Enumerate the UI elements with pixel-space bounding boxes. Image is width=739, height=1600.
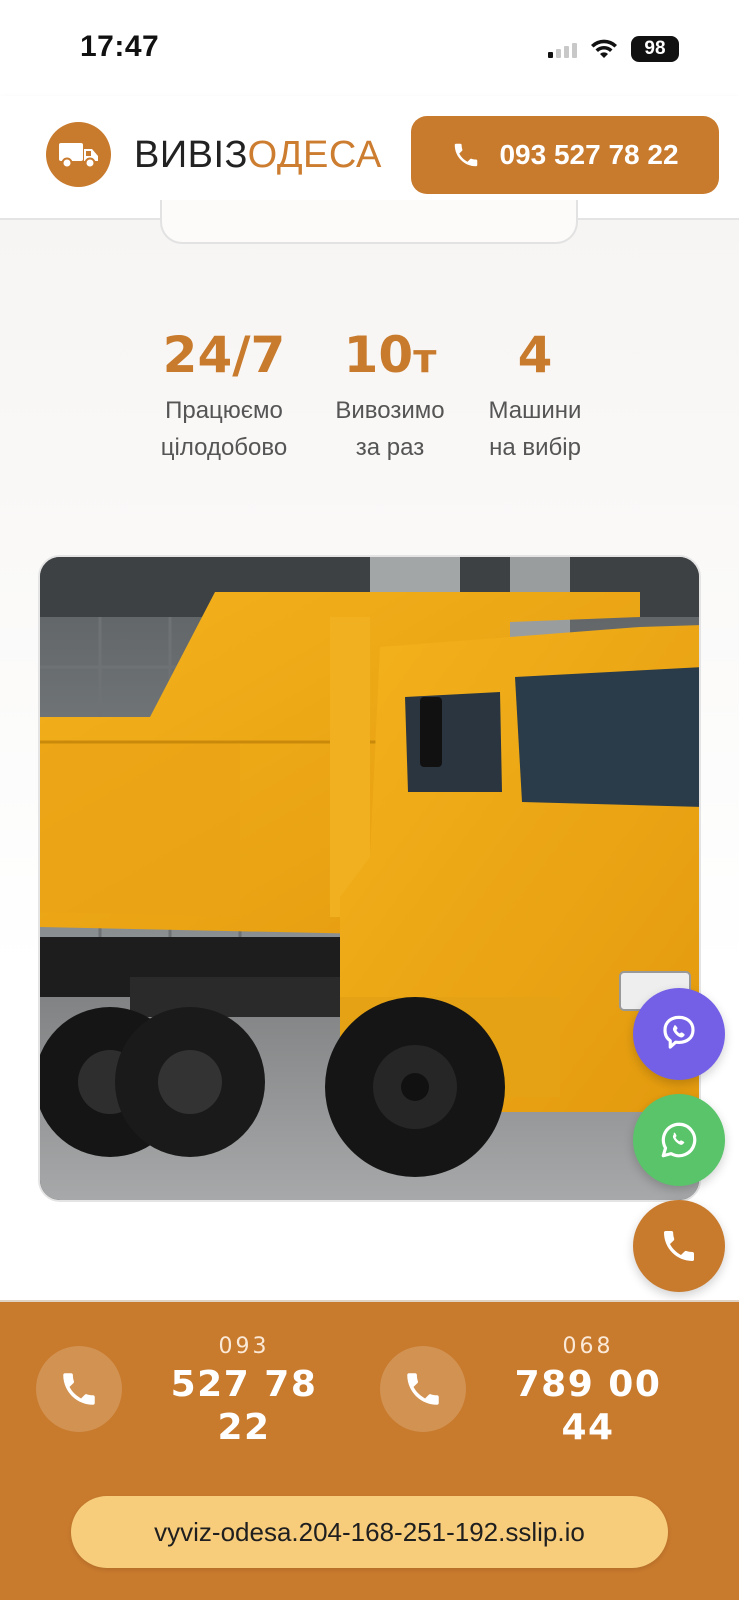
status-bar: 17:47 98 — [0, 0, 739, 96]
contact-phone-text: 093 527 78 22 — [144, 1334, 344, 1449]
stat-label: Вивозимо за раз — [335, 397, 445, 461]
stat-label: Працюємо цілодобово — [160, 397, 288, 461]
contact-phone-text: 068 789 00 44 — [488, 1334, 688, 1449]
logo-badge[interactable] — [46, 122, 111, 187]
status-time: 17:47 — [80, 30, 160, 63]
stat-item: 4 Машини на вибір — [472, 330, 598, 466]
wifi-icon — [591, 39, 617, 58]
stat-item: 10т Вивозимо за раз — [320, 330, 460, 466]
logo-text-part2: ОДЕСА — [247, 134, 382, 176]
signal-icon — [548, 40, 577, 58]
header-phone-label: 093 527 78 22 — [499, 139, 679, 170]
contact-number: 789 00 44 — [514, 1364, 662, 1448]
hero-card-bottom — [160, 200, 578, 244]
stat-value: 4 — [517, 326, 553, 384]
contact-number: 527 78 22 — [170, 1364, 318, 1448]
truck-photo — [38, 555, 701, 1202]
logo-text-part1: ВИВІЗ — [134, 134, 248, 176]
stat-item: 24/7 Працюємо цілодобово — [144, 330, 304, 466]
phone-icon — [407, 1373, 439, 1405]
browser-url-bar[interactable]: vyviz-odesa.204-168-251-192.sslip.io — [71, 1496, 668, 1568]
contact-phone-2[interactable]: 068 789 00 44 — [380, 1334, 700, 1464]
phone-icon — [455, 143, 478, 167]
call-button[interactable] — [633, 1200, 725, 1292]
phone-icon — [63, 1373, 95, 1405]
battery-icon: 98 — [631, 36, 679, 62]
viber-icon — [663, 1015, 695, 1049]
stat-value: 10т — [343, 326, 437, 384]
whatsapp-icon — [661, 1122, 697, 1158]
contact-phone-icon-circle — [36, 1346, 122, 1432]
stat-label: Машини на вибір — [488, 397, 582, 461]
contact-bar: 093 527 78 22 068 789 00 44 vyviz-odesa.20… — [0, 1300, 739, 1600]
stat-value: 24/7 — [162, 326, 286, 384]
phone-icon — [664, 1231, 694, 1261]
contact-prefix: 093 — [218, 1334, 270, 1359]
truck-illustration — [40, 557, 699, 1200]
contact-phone-1[interactable]: 093 527 78 22 — [36, 1334, 356, 1464]
site-logo[interactable]: ВИВІЗОДЕСА — [134, 134, 382, 177]
contact-prefix: 068 — [562, 1334, 614, 1359]
viber-button[interactable] — [633, 988, 725, 1080]
status-icons: 98 — [548, 34, 679, 64]
truck-icon — [58, 142, 98, 168]
whatsapp-button[interactable] — [633, 1094, 725, 1186]
header-call-button[interactable]: 093 527 78 22 — [411, 116, 719, 194]
contact-phone-icon-circle — [380, 1346, 466, 1432]
